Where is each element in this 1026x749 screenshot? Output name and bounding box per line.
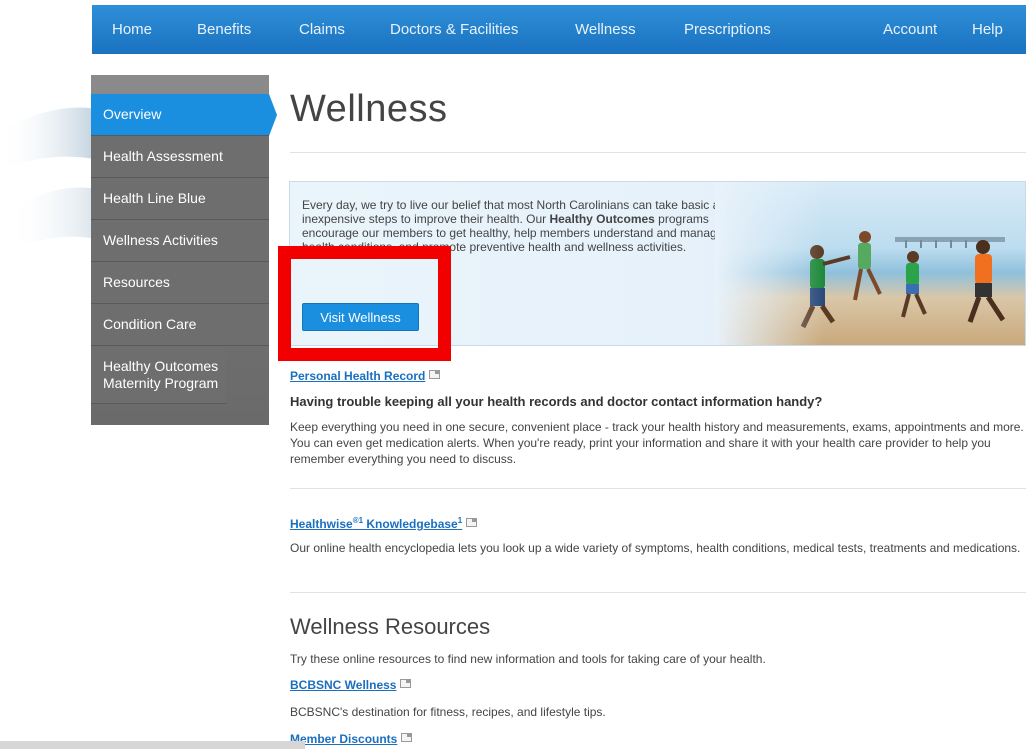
sidebar-item-condition-care[interactable]: Condition Care <box>91 304 269 346</box>
beach-family-image <box>715 182 1025 345</box>
section-divider <box>290 488 1026 489</box>
nav-benefits[interactable]: Benefits <box>197 21 251 38</box>
healthwise-description: Our online health encyclopedia lets you … <box>290 541 1021 555</box>
top-navigation: Home Benefits Claims Doctors & Facilitie… <box>92 5 1026 54</box>
highlight-box <box>278 246 451 361</box>
hero-text-bold: Healthy Outcomes <box>549 212 655 226</box>
sidebar-item-overview[interactable]: Overview <box>91 94 277 136</box>
wellness-resources-heading: Wellness Resources <box>290 614 491 639</box>
sidebar-item-health-assessment[interactable]: Health Assessment <box>91 136 269 178</box>
decorative-swoosh <box>0 107 100 250</box>
nav-account[interactable]: Account <box>883 21 937 38</box>
sidebar-item-label: Health Assessment <box>103 148 223 164</box>
sidebar-item-label: Healthy Outcomes Maternity Program <box>103 357 219 391</box>
sidebar-item-wellness-activities[interactable]: Wellness Activities <box>91 220 269 262</box>
nav-claims[interactable]: Claims <box>299 21 345 38</box>
external-link-icon <box>400 679 412 688</box>
member-discounts-link[interactable]: Member Discounts <box>290 732 397 746</box>
sidebar-item-maternity-program[interactable]: Healthy Outcomes Maternity Program <box>91 346 226 404</box>
healthwise-link-text: Knowledgebase <box>363 517 458 531</box>
footnote-marker: ®1 <box>352 516 364 525</box>
healthwise-knowledgebase-link[interactable]: Healthwise®1 Knowledgebase1 <box>290 516 463 531</box>
bcbsnc-wellness-link[interactable]: BCBSNC Wellness <box>290 678 396 692</box>
sidebar-item-label: Overview <box>103 106 162 122</box>
resources-intro: Try these online resources to find new i… <box>290 652 766 666</box>
sidebar-item-label: Condition Care <box>103 316 197 332</box>
bcbsnc-wellness-description: BCBSNC's destination for fitness, recipe… <box>290 705 606 719</box>
sidebar-item-label: Wellness Activities <box>103 232 218 248</box>
page-title: Wellness <box>290 88 448 130</box>
sidebar-item-health-line-blue[interactable]: Health Line Blue <box>91 178 269 220</box>
resource-item: Member Discounts <box>290 731 413 747</box>
nav-help[interactable]: Help <box>972 21 1003 38</box>
nav-doctors-facilities[interactable]: Doctors & Facilities <box>390 21 518 38</box>
nav-prescriptions[interactable]: Prescriptions <box>684 21 771 38</box>
external-link-icon <box>429 370 441 379</box>
section-divider <box>290 592 1026 593</box>
phr-question: Having trouble keeping all your health r… <box>290 394 823 409</box>
phr-link-row: Personal Health Record <box>290 368 441 384</box>
sidebar-item-label: Health Line Blue <box>103 190 206 206</box>
sidebar-item-resources[interactable]: Resources <box>91 262 269 304</box>
resource-item: BCBSNC Wellness <box>290 677 412 693</box>
phr-description: Keep everything you need in one secure, … <box>290 420 1024 466</box>
footnote-marker: 1 <box>457 516 463 525</box>
horizontal-scrollbar[interactable] <box>0 741 305 749</box>
sidebar-item-label: Resources <box>103 274 170 290</box>
external-link-icon <box>401 733 413 742</box>
sidebar-top-cap <box>91 75 269 94</box>
healthwise-link-text: Healthwise <box>290 517 353 531</box>
external-link-icon <box>466 518 478 527</box>
healthwise-link-row: Healthwise®1 Knowledgebase1 <box>290 513 478 532</box>
nav-home[interactable]: Home <box>112 21 152 38</box>
nav-wellness[interactable]: Wellness <box>575 21 636 38</box>
personal-health-record-link[interactable]: Personal Health Record <box>290 369 425 383</box>
title-divider <box>290 152 1026 153</box>
sidebar: Overview Health Assessment Health Line B… <box>91 75 277 425</box>
